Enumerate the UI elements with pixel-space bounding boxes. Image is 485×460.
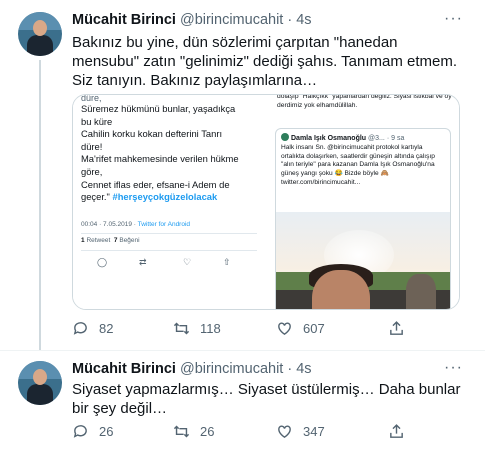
like-button[interactable]: 607 <box>276 320 325 337</box>
tweet-time[interactable]: · 4s <box>287 12 311 28</box>
share-button[interactable] <box>388 320 405 337</box>
tweet[interactable]: Mücahit Birinci @birincimucahit · 4s ···… <box>0 350 485 460</box>
quote-avatar <box>281 133 289 141</box>
tweet-time[interactable]: · 4s <box>287 361 311 377</box>
retweet-button[interactable]: 118 <box>173 320 221 337</box>
like-icon <box>278 322 291 336</box>
more-horizontal-icon[interactable]: ··· <box>444 10 463 28</box>
retweet-count: 118 <box>200 321 221 336</box>
author-handle[interactable]: @birincimucahit <box>180 12 283 28</box>
share-icon <box>390 321 403 335</box>
quote-photo <box>276 212 450 309</box>
reply-icon: ◯ <box>97 257 108 267</box>
tweet-actions: 82 118 607 <box>72 320 462 340</box>
reply-icon <box>73 425 87 438</box>
screenshot-actions: ◯ ⇄ ♡ ⇧ <box>91 257 251 269</box>
like-icon: ♡ <box>183 257 192 267</box>
reply-count: 82 <box>99 321 114 336</box>
tweet-header: Mücahit Birinci @birincimucahit · 4s <box>72 12 312 28</box>
tweet[interactable]: Mücahit Birinci @birincimucahit · 4s ···… <box>0 0 485 350</box>
quote-text: Halk insanı Sn. @birincimucahit protokol… <box>281 144 435 186</box>
reply-button[interactable]: 26 <box>72 423 113 440</box>
tweet-text: Bakınız bu yine, dün sözlerimi çarpıtan … <box>72 34 458 89</box>
quote-author-handle: @3... · 9 sa <box>368 135 405 142</box>
like-button[interactable]: 347 <box>276 423 325 440</box>
share-icon <box>390 424 403 438</box>
avatar[interactable] <box>18 12 62 56</box>
thread-line <box>39 60 41 350</box>
retweet-icon <box>173 322 190 335</box>
reply-button[interactable]: 82 <box>72 320 113 337</box>
screenshot-tweet-text: düre, Süremez hükmünü bunlar, yaşadıkça … <box>81 95 239 203</box>
author-name[interactable]: Mücahit Birinci <box>72 12 176 28</box>
share-button[interactable] <box>388 423 405 440</box>
more-horizontal-icon[interactable]: ··· <box>444 359 463 377</box>
reply-count: 26 <box>99 424 114 439</box>
hashtag: #herşeyçokgüzelolacak <box>112 191 218 203</box>
retweet-icon <box>173 425 190 438</box>
media-image-left[interactable]: düre, Süremez hükmünü bunlar, yaşadıkça … <box>73 95 264 309</box>
media-image-right[interactable]: dolaşıp "Halkçıkk" yapanlardan değiliz. … <box>267 94 459 309</box>
like-count: 347 <box>303 424 325 439</box>
share-icon: ⇧ <box>223 257 231 267</box>
like-icon <box>278 425 291 439</box>
avatar[interactable] <box>18 361 62 405</box>
tweet-actions: 26 26 347 <box>72 423 462 443</box>
tweet-text: Siyaset yapmazlarmış… Siyaset üstülermiş… <box>72 381 461 417</box>
quoted-tweet: Damla Işık Osmanoğlu @3... · 9 sa Halk i… <box>275 128 451 309</box>
retweet-icon: ⇄ <box>139 257 147 267</box>
author-handle[interactable]: @birincimucahit <box>180 361 283 377</box>
reply-icon <box>73 322 87 335</box>
tweet-header: Mücahit Birinci @birincimucahit · 4s <box>72 361 312 377</box>
screenshot-top-text: dolaşıp "Halkçıkk" yapanlardan değiliz. … <box>277 94 452 109</box>
screenshot-stats: 1 Retweet 7 Beğeni <box>81 237 140 244</box>
screenshot-meta: 00:04 · 7.05.2019 · Twitter for Android <box>81 221 191 228</box>
author-name[interactable]: Mücahit Birinci <box>72 361 176 377</box>
retweet-count: 26 <box>200 424 215 439</box>
media-card[interactable]: düre, Süremez hükmünü bunlar, yaşadıkça … <box>72 94 460 310</box>
like-count: 607 <box>303 321 325 336</box>
retweet-button[interactable]: 26 <box>173 423 214 440</box>
quote-author-name: Damla Işık Osmanoğlu <box>291 135 367 142</box>
